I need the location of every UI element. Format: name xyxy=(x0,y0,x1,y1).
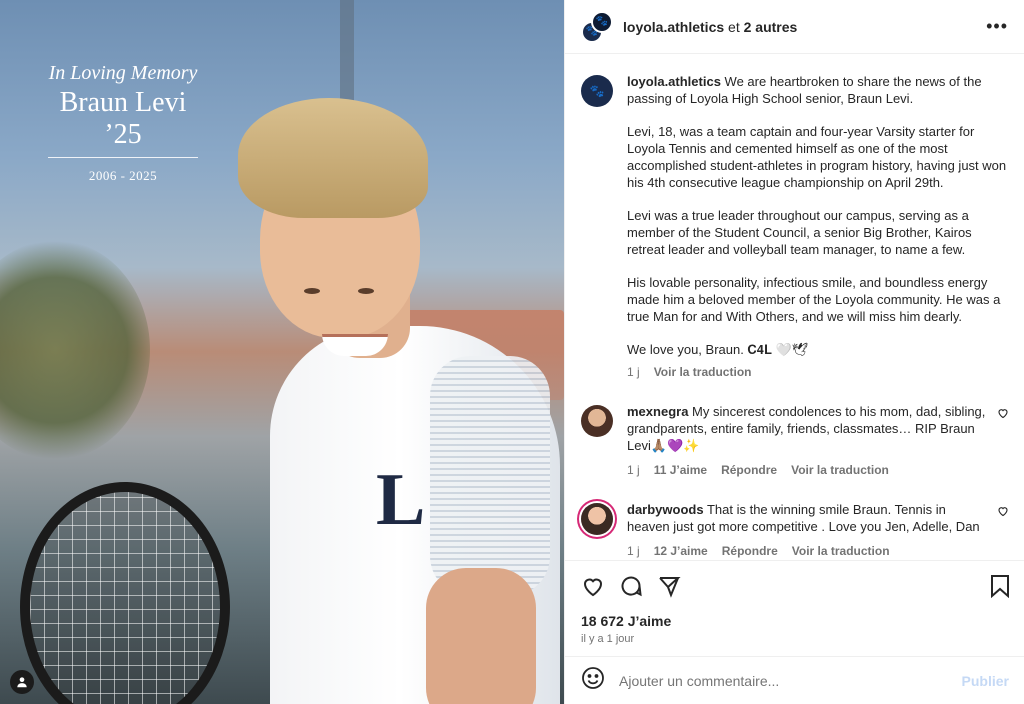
avatar[interactable] xyxy=(581,405,613,437)
caption-paragraph: We love you, Braun. 𝐂𝟒𝐋 🤍🕊 xyxy=(627,342,809,357)
comment-time[interactable]: 1 j xyxy=(627,543,640,560)
caption-username[interactable]: loyola.athletics xyxy=(627,74,721,89)
more-icon[interactable]: ••• xyxy=(986,16,1008,37)
player-eye-right xyxy=(358,288,374,294)
memorial-line: In Loving Memory xyxy=(48,62,198,84)
comment-input[interactable] xyxy=(619,672,962,689)
comment-likes[interactable]: 12 J’aime xyxy=(654,543,708,560)
comment-meta: 1 j 12 J’aime Répondre Voir la traductio… xyxy=(627,543,989,560)
heart-icon[interactable] xyxy=(581,574,605,598)
authors-joiner: et xyxy=(724,18,744,35)
shirt-sleeve-stripes xyxy=(430,356,550,596)
comment-icon[interactable] xyxy=(619,574,643,598)
share-icon[interactable] xyxy=(657,574,681,598)
caption-paragraph: Levi was a true leader throughout our ca… xyxy=(627,208,972,257)
caption-first: loyola.athletics We are heartbroken to s… xyxy=(627,73,1011,107)
player-arm xyxy=(426,568,536,704)
caption-time[interactable]: 1 j xyxy=(627,364,640,381)
reply-button[interactable]: Répondre xyxy=(721,462,777,479)
translate-link[interactable]: Voir la traduction xyxy=(792,543,890,560)
avatar[interactable]: 🐾 xyxy=(581,75,613,107)
avatar[interactable]: 🐾 xyxy=(591,10,613,33)
likes-count[interactable]: 18 672 J’aime xyxy=(581,613,1011,629)
background-tree xyxy=(0,240,150,460)
tennis-racket xyxy=(20,482,230,704)
caption-meta: 1 j Voir la traduction xyxy=(627,364,1011,381)
caption-paragraph: Levi, 18, was a team captain and four-ye… xyxy=(627,124,1007,190)
comment-composer: Publier xyxy=(565,656,1024,704)
memorial-name: Braun Levi ’25 xyxy=(59,87,187,150)
player-hair xyxy=(238,98,428,218)
heart-icon[interactable] xyxy=(997,505,1011,560)
comments-scroll[interactable]: 🐾 loyola.athletics We are heartbroken to… xyxy=(565,55,1024,560)
post-image[interactable]: In Loving Memory Braun Levi ’25 2006 - 2… xyxy=(0,0,564,704)
comment-username[interactable]: darbywoods xyxy=(627,502,704,517)
comment-likes[interactable]: 11 J’aime xyxy=(654,462,707,479)
comment-username[interactable]: mexnegra xyxy=(627,404,688,419)
translate-link[interactable]: Voir la traduction xyxy=(791,462,889,479)
caption: 🐾 loyola.athletics We are heartbroken to… xyxy=(581,73,1011,381)
publish-button[interactable]: Publier xyxy=(962,673,1009,689)
memorial-years: 2006 - 2025 xyxy=(88,168,158,183)
post-time: il y a 1 jour xyxy=(581,633,635,645)
comment: mexnegra My sincerest condolences to his… xyxy=(581,403,1011,479)
caption-translate-link[interactable]: Voir la traduction xyxy=(654,364,752,381)
post-authors[interactable]: loyola.athletics et 2 autres xyxy=(623,19,797,35)
other-authors[interactable]: 2 autres xyxy=(744,19,798,35)
collab-avatars[interactable]: 🐾 🐾 xyxy=(581,10,613,43)
memorial-text: In Loving Memory Braun Levi ’25 2006 - 2… xyxy=(48,62,198,184)
player-figure: L xyxy=(230,98,564,704)
player-eye-left xyxy=(304,288,320,294)
comment-meta: 1 j 11 J’aime Répondre Voir la traductio… xyxy=(627,462,989,479)
memorial-divider xyxy=(48,157,198,158)
emoji-icon[interactable] xyxy=(581,666,605,695)
post-panel: 🐾 🐾 loyola.athletics et 2 autres ••• 🐾 l… xyxy=(564,0,1024,704)
post-header: 🐾 🐾 loyola.athletics et 2 autres ••• xyxy=(565,0,1024,54)
comment-time[interactable]: 1 j xyxy=(627,462,640,479)
user-tag-icon[interactable] xyxy=(10,670,34,694)
bookmark-icon[interactable] xyxy=(989,574,1011,598)
avatar[interactable] xyxy=(581,503,613,535)
caption-paragraph: His lovable personality, infectious smil… xyxy=(627,275,1001,324)
heart-icon[interactable] xyxy=(997,407,1011,479)
author-username[interactable]: loyola.athletics xyxy=(623,19,724,35)
action-icons xyxy=(581,571,1011,601)
shirt-letter: L xyxy=(376,459,426,541)
post-actions: 18 672 J’aime il y a 1 jour xyxy=(565,560,1024,645)
reply-button[interactable]: Répondre xyxy=(722,543,778,560)
comment: darbywoods That is the winning smile Bra… xyxy=(581,501,1011,560)
